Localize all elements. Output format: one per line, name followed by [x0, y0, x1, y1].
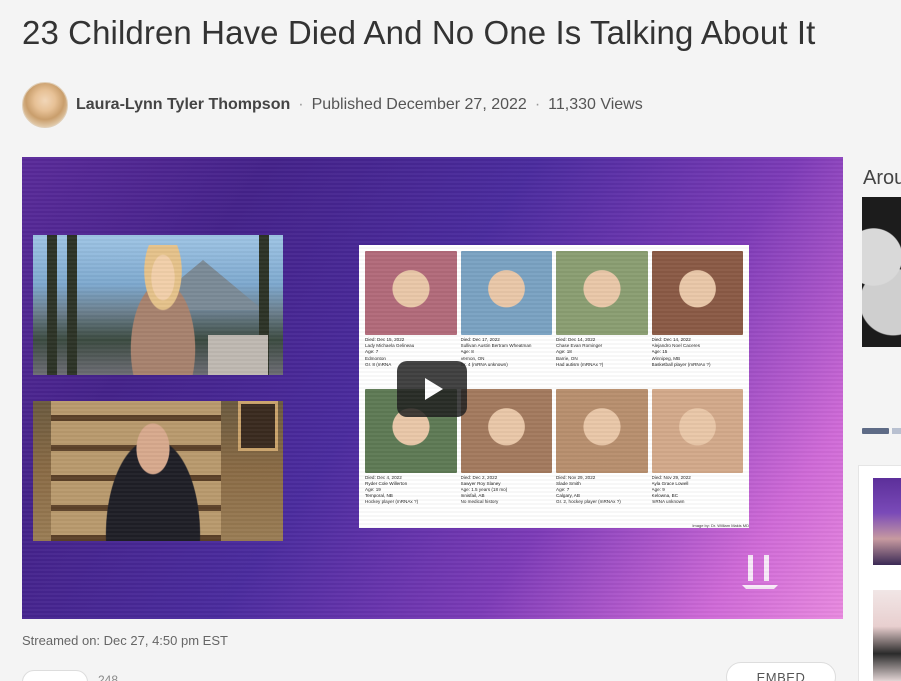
collage-credit: Image by: Dr. William Makis MD: [692, 523, 749, 528]
caption-line: Basketball player (mRNAx ?): [651, 361, 711, 367]
collage-cell: Died: Nov 29, 2022 Slade Smith Age: 7 Calga…: [556, 388, 648, 523]
guest-figure: [93, 413, 213, 541]
video-guest-panel: [33, 401, 283, 541]
video-player[interactable]: Died: Dec 15, 2022 Lady Michaela Gelineau…: [22, 157, 843, 619]
collage-cell: Died: Nov 29, 2022 Ayla Grace Lowell Age: …: [651, 388, 744, 523]
play-icon: [425, 378, 443, 400]
published-date: Published December 27, 2022: [311, 96, 527, 113]
child-caption: Died: Nov 29, 2022 Ayla Grace Lowell Age: …: [652, 473, 744, 506]
host-figure: [113, 245, 213, 375]
desk-graphic: [208, 335, 268, 375]
child-caption: Died: Dec 14, 2022 Alejandro Noel Caceres…: [652, 335, 744, 368]
child-caption: Died: Dec 2, 2022 Sawyer Roy Slaney Age: 1…: [461, 473, 553, 506]
child-caption: Died: Dec 4, 2022 Ryder Cole Willerton Age…: [365, 473, 457, 506]
play-button[interactable]: [397, 361, 467, 417]
child-caption: Died: Dec 17, 2022 Sullivan Austin Bertra…: [461, 335, 553, 368]
sidebar-progress-indicator: [862, 428, 889, 434]
reaction-count: 248 ...: [98, 673, 132, 681]
child-photo: [556, 388, 648, 473]
sidebar-video-thumbnail[interactable]: [873, 478, 901, 565]
caption-line: mRNA unknown: [651, 499, 685, 505]
meta-separator: ·: [298, 96, 304, 113]
picture-frame-graphic: [238, 401, 278, 451]
collage-cell: Died: Dec 2, 2022 Sawyer Roy Slaney Age: 1…: [460, 388, 553, 523]
child-photo: [651, 251, 743, 335]
sidebar-title: Arou: [863, 167, 901, 189]
streamed-date: Streamed on: Dec 27, 4:50 pm EST: [22, 633, 228, 648]
caption-line: Hockey player (mRNAx ?): [365, 499, 419, 505]
caption-line: Had autism (mRNAx ?): [556, 361, 604, 367]
view-count: 11,330 Views: [548, 96, 643, 113]
author-avatar[interactable]: [22, 82, 68, 128]
child-photo: [365, 251, 457, 335]
page: 23 Children Have Died And No One Is Talk…: [0, 0, 901, 681]
reaction-buttons[interactable]: [22, 670, 88, 681]
child-caption: Died: Dec 14, 2022 Chase Evan Rominger Age…: [556, 335, 648, 368]
collage-cell: Died: Dec 14, 2022 Chase Evan Rominger Age…: [556, 251, 648, 385]
caption-line: Gr. 2, hockey player (mRNAx ?): [556, 499, 621, 505]
channel-logo-icon: [742, 555, 778, 589]
child-photo: [651, 388, 743, 473]
article-meta: Laura-Lynn Tyler Thompson · Published De…: [22, 82, 643, 128]
sidebar-progress-indicator: [892, 428, 901, 434]
collage-cell: Died: Dec 14, 2022 Alejandro Noel Caceres…: [651, 251, 744, 385]
caption-line: No medical history: [460, 499, 499, 505]
child-caption: Died: Nov 29, 2022 Slade Smith Age: 7 Calga…: [556, 473, 648, 506]
author-name[interactable]: Laura-Lynn Tyler Thompson: [76, 96, 290, 114]
embed-button[interactable]: EMBED: [726, 662, 836, 681]
sidebar-thumbnail[interactable]: [862, 197, 901, 347]
caption-line: Gr. 4 (mRNA unknown): [460, 361, 508, 367]
video-host-panel: [33, 235, 283, 375]
child-photo: [556, 251, 648, 335]
tree-graphic: [67, 235, 77, 375]
article-title: 23 Children Have Died And No One Is Talk…: [22, 14, 816, 51]
child-photo: [460, 251, 552, 335]
child-photo: [460, 388, 552, 473]
collage-cell: Died: Dec 17, 2022 Sullivan Austin Bertra…: [460, 251, 553, 385]
sidebar-video-thumbnail[interactable]: [873, 590, 901, 681]
meta-separator: ·: [534, 96, 541, 113]
tree-graphic: [47, 235, 57, 375]
